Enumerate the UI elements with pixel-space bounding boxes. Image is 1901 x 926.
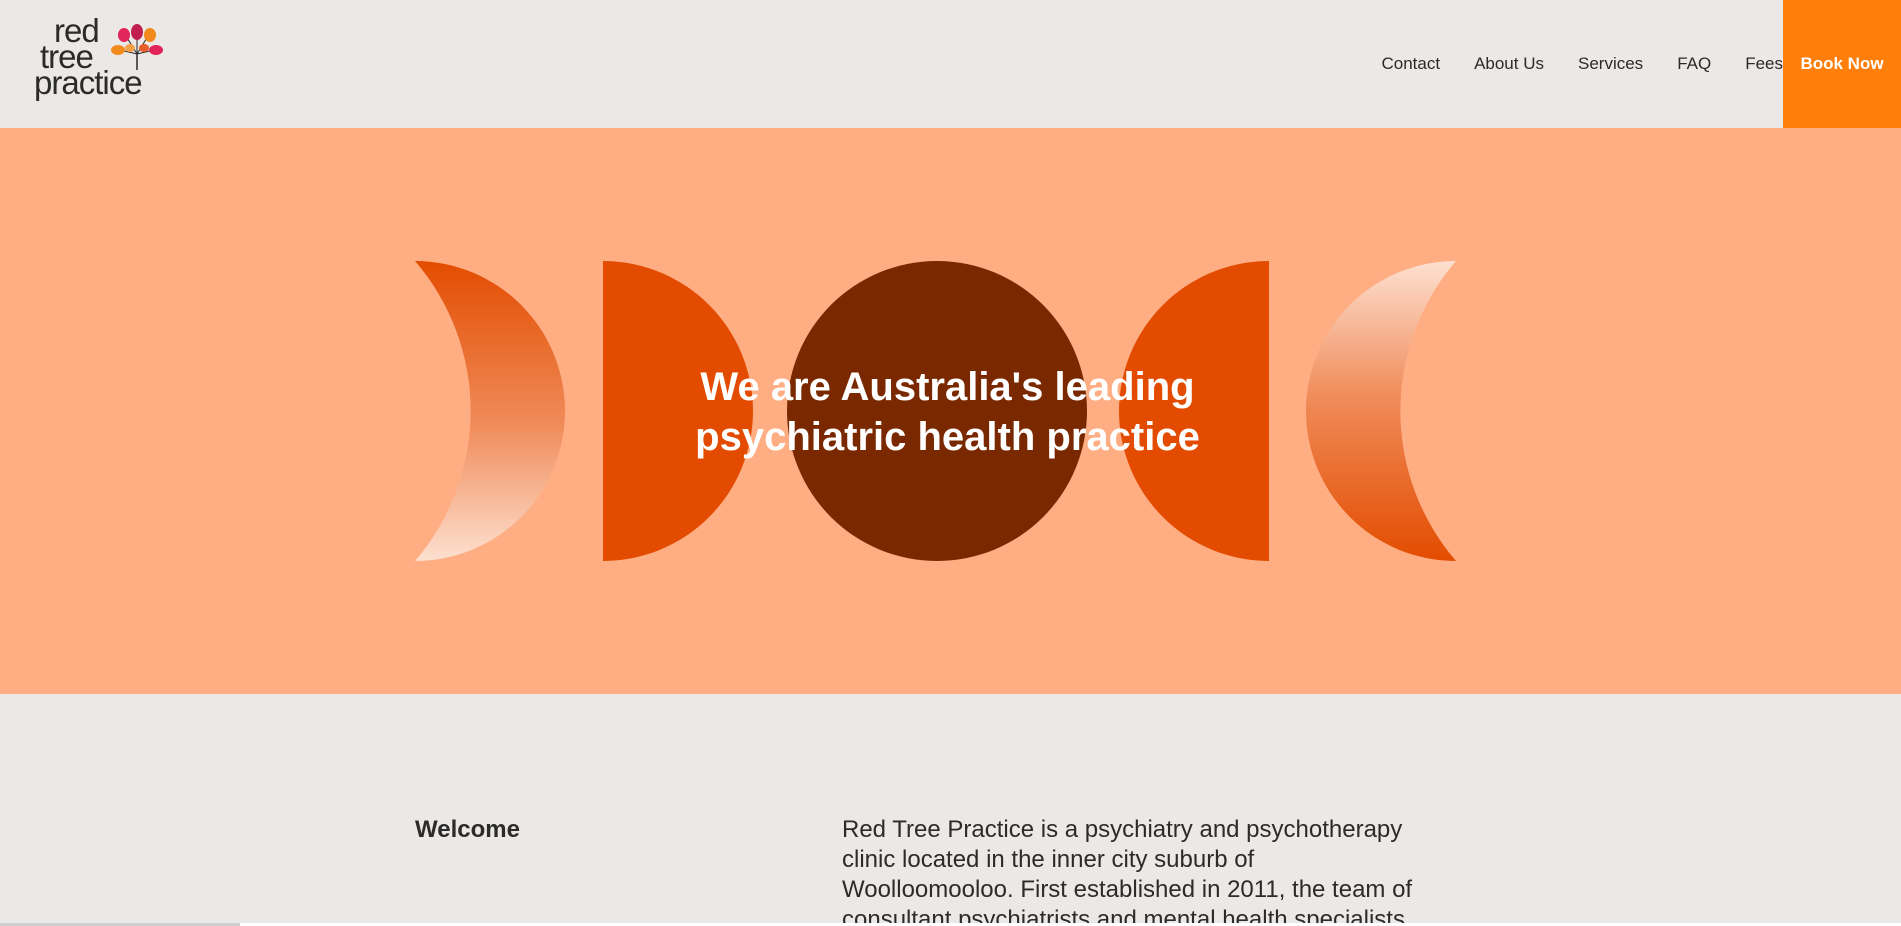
nav-services[interactable]: Services	[1578, 54, 1643, 74]
site-header: red tree practice Contact About Us Servi…	[0, 0, 1901, 128]
hero-section: We are Australia's leading psychiatric h…	[0, 128, 1901, 694]
nav-contact[interactable]: Contact	[1381, 54, 1440, 74]
hero-title-line-2: psychiatric health practice	[695, 415, 1200, 459]
welcome-heading: Welcome	[415, 816, 520, 843]
nav-fees[interactable]: Fees	[1745, 54, 1783, 74]
tree-logo-icon	[111, 24, 163, 70]
hero-title: We are Australia's leading psychiatric h…	[0, 362, 1895, 462]
nav-about-us[interactable]: About Us	[1474, 54, 1544, 74]
book-now-button[interactable]: Book Now	[1783, 0, 1901, 128]
welcome-body-text: Red Tree Practice is a psychiatry and ps…	[842, 816, 1413, 926]
hero-title-line-1: We are Australia's leading	[700, 365, 1195, 409]
logo-line-practice: practice	[34, 64, 143, 101]
welcome-section: Welcome Red Tree Practice is a psychiatr…	[0, 694, 1901, 926]
logo[interactable]: red tree practice	[34, 14, 164, 106]
main-nav: Contact About Us Services FAQ Fees	[1347, 0, 1783, 128]
nav-faq[interactable]: FAQ	[1677, 54, 1711, 74]
